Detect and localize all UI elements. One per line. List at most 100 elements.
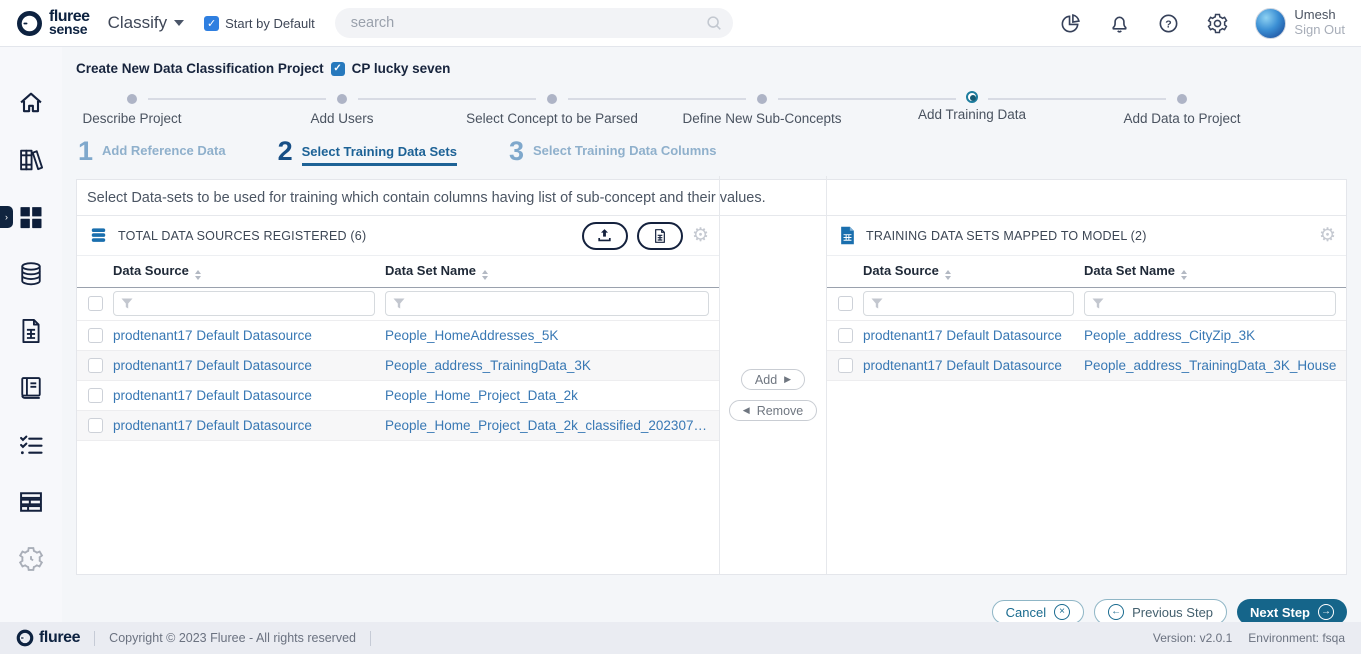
step-define-subconcepts[interactable]: Define New Sub-Concepts [657,90,867,126]
step-add-training-data[interactable]: Add Training Data [867,90,1077,126]
database-icon [89,226,108,245]
column-header-data-source[interactable]: Data Source [863,256,1084,287]
search-icon [705,14,723,32]
data-file-button[interactable] [637,222,683,250]
table-row[interactable]: prodtenant17 Default Datasource People_H… [77,380,719,410]
mapped-panel-settings-gear-icon[interactable]: ⚙ [1319,226,1336,245]
source-panel-settings-gear-icon[interactable]: ⚙ [692,226,709,245]
filter-data-set-name[interactable] [385,291,709,316]
add-button[interactable]: Add▶ [741,369,805,390]
table-row[interactable]: prodtenant17 Default Datasource People_H… [77,320,719,350]
table-row[interactable]: prodtenant17 Default Datasource People_a… [827,350,1346,380]
sign-out-link[interactable]: Sign Out [1294,23,1345,38]
step-dot [337,94,347,104]
remove-button[interactable]: ◀Remove [729,400,817,421]
svg-text:?: ? [1166,18,1172,30]
step-select-concept[interactable]: Select Concept to be Parsed [447,90,657,126]
data-set-link[interactable]: People_address_TrainingData_3K_House [1084,358,1346,373]
step-dot [757,94,767,104]
sort-icon [1181,270,1187,280]
filter-input[interactable] [1108,292,1335,315]
column-header-data-set-name[interactable]: Data Set Name [385,256,719,287]
active-nav-indicator: › [0,206,13,228]
datasets-rows-icon[interactable] [17,488,45,516]
copyright-text: Copyright © 2023 Fluree - All rights res… [109,631,356,645]
insights-pie-icon[interactable] [1059,12,1082,35]
row-checkbox[interactable] [88,328,103,343]
brand-text: fluree sense [49,10,90,35]
module-selector-dropdown[interactable]: Classify [108,13,185,33]
filter-data-source[interactable] [863,291,1074,316]
user-menu[interactable]: Umesh Sign Out [1255,8,1345,39]
data-set-link[interactable]: People_address_TrainingData_3K [385,358,719,373]
transfer-controls: Add▶ ◀Remove [719,176,827,574]
column-header-data-source[interactable]: Data Source [113,256,385,287]
select-all-checkbox[interactable] [838,296,853,311]
cancel-button[interactable]: Cancel× [992,600,1084,624]
step-dot [127,94,137,104]
column-header-data-set-name[interactable]: Data Set Name [1084,256,1346,287]
step-dot [1177,94,1187,104]
filter-data-set-name[interactable] [1084,291,1336,316]
row-checkbox[interactable] [88,418,103,433]
start-by-default-checkbox[interactable]: ✓ [204,16,219,31]
data-source-link[interactable]: prodtenant17 Default Datasource [863,328,1084,343]
settings-history-gear-icon[interactable] [17,545,45,573]
footer-fluree-logo: fluree [16,629,80,647]
data-set-link[interactable]: People_address_CityZip_3K [1084,328,1346,343]
data-sources-table: Data Source Data Set Name prodtenant17 D [77,256,719,441]
fluree-sense-logo[interactable]: fluree sense [16,10,90,37]
instruction-text: Select Data-sets to be used for training… [77,180,1346,216]
data-set-link[interactable]: People_Home_Project_Data_2k_classified_2… [385,418,719,433]
row-checkbox[interactable] [88,358,103,373]
filter-data-source[interactable] [113,291,375,316]
data-source-link[interactable]: prodtenant17 Default Datasource [113,418,385,433]
step-describe-project[interactable]: Describe Project [27,90,237,126]
select-all-checkbox[interactable] [88,296,103,311]
main-content: Create New Data Classification Project ✓… [62,47,1361,622]
library-books-icon[interactable] [17,146,45,174]
data-source-link[interactable]: prodtenant17 Default Datasource [113,388,385,403]
filter-input[interactable] [887,292,1073,315]
step-add-users[interactable]: Add Users [237,90,447,126]
upload-button[interactable] [582,222,628,250]
spreadsheet-file-icon [839,226,856,245]
mapped-data-sets-panel: TRAINING DATA SETS MAPPED TO MODEL (2) ⚙… [827,216,1346,574]
row-checkbox[interactable] [838,328,853,343]
page: fluree sense Classify ✓ Start by Default [0,0,1361,654]
arrow-left-icon: ← [1108,604,1124,620]
divider [94,631,95,646]
table-row[interactable]: prodtenant17 Default Datasource People_a… [827,320,1346,350]
data-source-link[interactable]: prodtenant17 Default Datasource [113,328,385,343]
database-icon[interactable] [17,260,45,288]
data-set-link[interactable]: People_Home_Project_Data_2k [385,388,719,403]
page-title: Create New Data Classification Project [76,61,324,76]
substep-tabs: 1 Add Reference Data 2 Select Training D… [78,136,1347,167]
wizard-stepper: Describe Project Add Users Select Concep… [27,90,1287,126]
help-icon[interactable]: ? [1157,12,1180,35]
fluree-logo-icon [16,10,43,37]
tab-select-training-data-sets[interactable]: 2 Select Training Data Sets [278,136,457,167]
top-bar: fluree sense Classify ✓ Start by Default [0,0,1361,47]
row-checkbox[interactable] [88,388,103,403]
filter-input[interactable] [137,292,374,315]
environment-text: Environment: fsqa [1248,631,1345,645]
table-row[interactable]: prodtenant17 Default Datasource People_a… [77,350,719,380]
search-input[interactable] [335,8,733,38]
table-row[interactable]: prodtenant17 Default Datasource People_H… [77,410,719,440]
data-source-link[interactable]: prodtenant17 Default Datasource [863,358,1084,373]
row-checkbox[interactable] [838,358,853,373]
catalog-book-icon[interactable] [17,374,45,402]
tasks-checklist-icon[interactable] [17,431,45,459]
data-set-link[interactable]: People_HomeAddresses_5K [385,328,719,343]
step-add-data-to-project[interactable]: Add Data to Project [1077,90,1287,126]
data-file-icon[interactable] [17,317,45,345]
tab-select-training-data-columns[interactable]: 3 Select Training Data Columns [509,136,717,167]
tab-add-reference-data[interactable]: 1 Add Reference Data [78,136,226,167]
data-source-link[interactable]: prodtenant17 Default Datasource [113,358,385,373]
avatar [1255,8,1286,39]
notifications-bell-icon[interactable] [1108,12,1131,35]
filter-input[interactable] [409,292,708,315]
modules-grid-icon[interactable]: › [17,203,45,231]
settings-gear-icon[interactable] [1206,12,1229,35]
